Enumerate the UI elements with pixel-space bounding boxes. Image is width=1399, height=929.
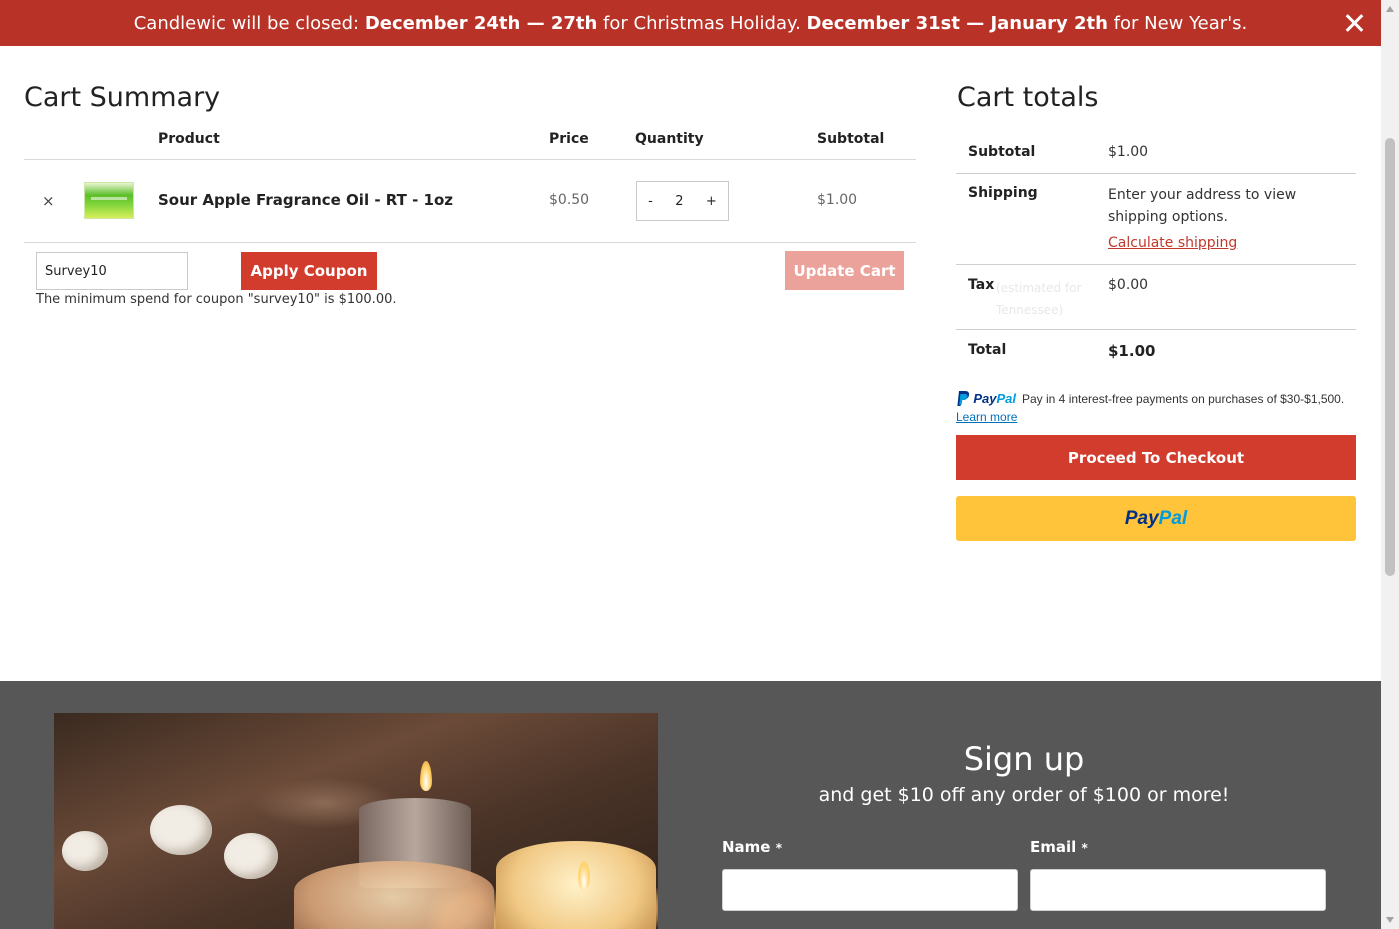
cart-totals-title: Cart totals <box>957 82 1099 113</box>
remove-item-icon[interactable]: × <box>42 192 55 210</box>
column-product: Product <box>158 131 220 147</box>
paypal-msg-brand-pal: Pal <box>996 391 1016 407</box>
email-field-label: Email * <box>1030 838 1088 856</box>
quantity-input[interactable]: 2 <box>675 194 683 209</box>
announcement-banner: Candlewic will be closed: December 24th … <box>0 0 1381 46</box>
scrollbar-thumb[interactable] <box>1385 138 1395 576</box>
banner-text: Candlewic will be closed: December 24th … <box>134 13 1248 34</box>
proceed-to-checkout-button[interactable]: Proceed To Checkout <box>956 435 1356 480</box>
totals-total-row: Total $1.00 <box>956 330 1356 374</box>
column-quantity: Quantity <box>635 131 704 147</box>
paypal-msg-brand-pay: Pay <box>973 391 997 407</box>
email-required-mark: * <box>1081 841 1088 855</box>
column-price: Price <box>549 131 589 147</box>
scroll-down-icon[interactable] <box>1386 917 1394 923</box>
quantity-decrease-button[interactable]: - <box>648 194 653 209</box>
email-label-text: Email <box>1030 838 1077 856</box>
totals-tax-row: Tax (estimated for Tennessee) $0.00 <box>956 265 1356 330</box>
paypal-checkout-button[interactable]: Pay Pal <box>956 496 1356 541</box>
product-name-link[interactable]: Sour Apple Fragrance Oil - RT - 1oz <box>158 191 453 209</box>
totals-total-value: $1.00 <box>1108 342 1156 360</box>
paypal-msg-text: Pay in 4 interest-free payments on purch… <box>1022 392 1345 407</box>
quantity-stepper: - 2 + <box>636 181 729 221</box>
banner-reason-christmas: for Christmas Holiday. <box>597 12 807 34</box>
cart-totals-table: Subtotal $1.00 Shipping Enter your addre… <box>956 132 1356 374</box>
paypal-icon <box>956 390 970 410</box>
banner-dates-newyear: December 31st — January 2th <box>806 12 1108 34</box>
totals-tax-value: $0.00 <box>1108 277 1149 293</box>
banner-dates-christmas: December 24th — 27th <box>364 12 598 34</box>
name-field-label: Name * <box>722 838 782 856</box>
quantity-increase-button[interactable]: + <box>706 194 717 209</box>
totals-shipping-label: Shipping <box>968 185 1038 201</box>
banner-reason-newyear: for New Year's. <box>1107 12 1248 34</box>
table-row: × Sour Apple Fragrance Oil - RT - 1oz $0… <box>24 160 916 243</box>
tax-estimate-note: (estimated for Tennessee) <box>996 281 1082 317</box>
email-field[interactable] <box>1030 869 1326 911</box>
totals-total-label: Total <box>968 342 1007 358</box>
apply-coupon-button[interactable]: Apply Coupon <box>241 252 377 290</box>
name-field[interactable] <box>722 869 1018 911</box>
page-scrollbar[interactable] <box>1381 0 1399 929</box>
product-price: $0.50 <box>549 192 590 208</box>
totals-subtotal-row: Subtotal $1.00 <box>956 132 1356 174</box>
coupon-error-message: The minimum spend for coupon "survey10" … <box>36 292 397 307</box>
totals-subtotal-value: $1.00 <box>1108 144 1149 160</box>
calculate-shipping-link[interactable]: Calculate shipping <box>1108 235 1237 251</box>
name-required-mark: * <box>775 841 782 855</box>
candles-photo <box>54 713 658 929</box>
close-icon[interactable] <box>1341 8 1367 38</box>
learn-more-link[interactable]: Learn more <box>956 410 1017 424</box>
name-label-text: Name <box>722 838 771 856</box>
paypal-button-pal: Pal <box>1158 507 1188 529</box>
column-subtotal: Subtotal <box>817 131 885 147</box>
product-thumbnail[interactable] <box>84 182 134 219</box>
scroll-up-icon[interactable] <box>1386 6 1394 12</box>
product-subtotal: $1.00 <box>817 192 858 208</box>
totals-tax-label: Tax <box>968 277 995 293</box>
cart-summary-title: Cart Summary <box>24 82 221 113</box>
signup-title: Sign up <box>963 740 1085 778</box>
update-cart-button[interactable]: Update Cart <box>785 251 904 290</box>
totals-subtotal-label: Subtotal <box>968 144 1036 160</box>
signup-subtitle: and get $10 off any order of $100 or mor… <box>818 784 1230 806</box>
banner-lead: Candlewic will be closed: <box>133 12 365 34</box>
paypal-button-pay: Pay <box>1124 507 1159 529</box>
coupon-code-input[interactable] <box>36 252 188 290</box>
paypal-pay-later-message: PayPal Pay in 4 interest-free payments on… <box>956 390 1344 410</box>
shipping-info-text: Enter your address to view shipping opti… <box>1108 187 1297 225</box>
cart-table-header: Product Price Quantity Subtotal <box>24 128 916 160</box>
totals-shipping-row: Shipping Enter your address to view ship… <box>956 174 1356 265</box>
